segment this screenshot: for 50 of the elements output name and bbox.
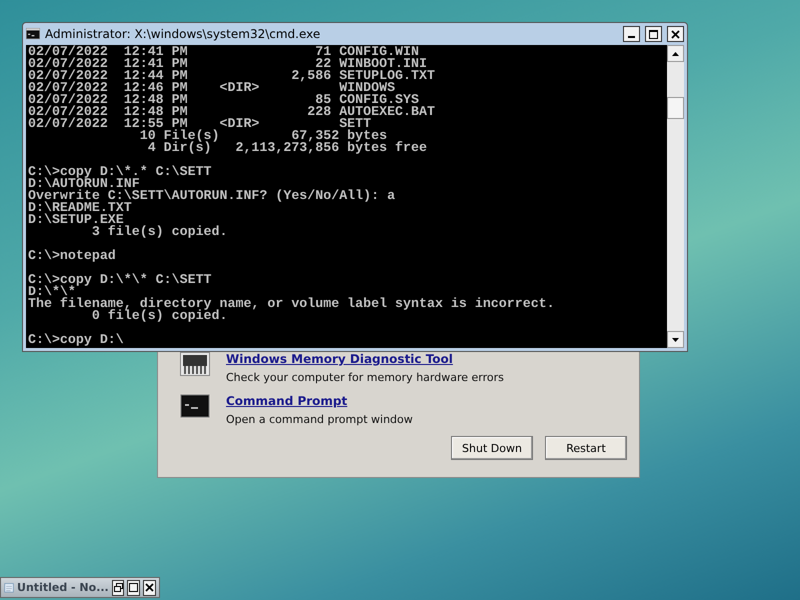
console-line: 02/07/2022 12:55 PM <DIR> SETT: [28, 118, 372, 130]
console-line: C:\>copy D:\: [28, 334, 125, 346]
console-line: D:\README.TXT: [28, 202, 133, 214]
scrollbar[interactable]: [667, 45, 684, 348]
maximize-button[interactable]: [645, 26, 662, 42]
maximize-icon: [129, 583, 138, 592]
console-line: The filename, directory name, or volume label syntax is incorrect.: [28, 298, 556, 310]
console-line: 3 file(s) copied.: [90, 226, 228, 238]
console-icon: [180, 394, 210, 418]
window-title: Untitled - No...: [17, 581, 109, 594]
restore-button[interactable]: [112, 580, 124, 596]
console-line: 0 file(s) copied.: [92, 310, 228, 322]
console-line: D:\AUTORUN.INF: [28, 178, 140, 190]
console-line: 02/07/2022 12:48 PM 228 AUTOEXEC.BAT: [28, 106, 436, 118]
console-line: C:\>copy D:\*\* C:\SETT: [28, 274, 213, 286]
console-line: 02/07/2022 12:48 PM 85 CONFIG.SYS: [28, 94, 419, 106]
console-line: 02/07/2022 12:41 PM 71 CONFIG.WIN: [28, 46, 419, 58]
minimize-button[interactable]: [623, 26, 640, 42]
restore-icon: [114, 583, 123, 592]
tool-link[interactable]: Command Prompt: [226, 394, 348, 408]
console-icon: [26, 28, 40, 40]
down-arrow-icon: [672, 338, 679, 342]
console-line: 02/07/2022 12:41 PM 22 WINBOOT.INI: [28, 58, 427, 70]
console-line: D:\*\*: [28, 286, 76, 298]
console-line: D:\SETUP.EXE: [28, 214, 124, 226]
up-arrow-icon: [672, 52, 679, 56]
close-icon: [145, 583, 154, 592]
close-button[interactable]: [143, 580, 156, 596]
maximize-button[interactable]: [127, 580, 140, 596]
window-title: Administrator: X:\windows\system32\cmd.exe: [45, 27, 322, 41]
tool-description: Check your computer for memory hardware errors: [226, 371, 504, 384]
console-line: 02/07/2022 12:46 PM <DIR> WINDOWS: [28, 82, 396, 94]
console-line: 10 File(s) 67,352 bytes: [138, 130, 388, 142]
dialog-button[interactable]: Shut Down: [451, 436, 533, 460]
scroll-up-button[interactable]: [667, 45, 684, 62]
console-line: C:\>notepad: [28, 250, 117, 262]
console-line: Overwrite C:\SETT\AUTORUN.INF? (Yes/No/All): a: [28, 190, 396, 202]
close-icon: [671, 30, 680, 38]
console-line: 4 Dir(s) 2,113,273,856 bytes free: [146, 142, 428, 154]
tool-link[interactable]: Windows Memory Diagnostic Tool: [226, 352, 453, 366]
tool-description: Open a command prompt window: [226, 413, 413, 426]
maximize-icon: [649, 30, 658, 38]
scroll-thumb[interactable]: [667, 97, 684, 119]
minimized-window[interactable]: Untitled - No...: [0, 577, 160, 598]
scroll-down-button[interactable]: [667, 331, 684, 348]
console-line: C:\>copy D:\*.* C:\SETT: [28, 166, 213, 178]
notepad-icon: [4, 580, 14, 595]
dialog-button[interactable]: Restart: [545, 436, 627, 460]
console-line: 02/07/2022 12:44 PM 2,586 SETUPLOG.TXT: [28, 70, 436, 82]
close-button[interactable]: [667, 26, 684, 42]
